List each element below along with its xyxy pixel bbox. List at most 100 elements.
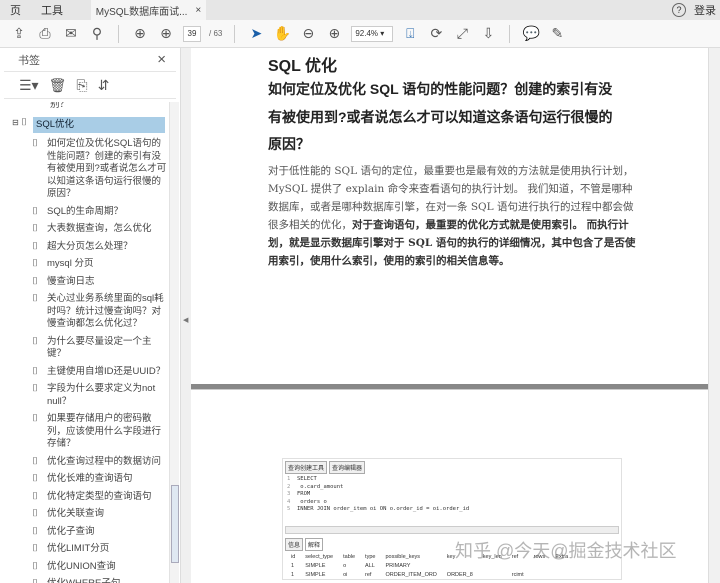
delete-icon[interactable]: 🗑 <box>49 77 67 94</box>
next-page-icon[interactable]: ⊕ <box>157 25 175 43</box>
bookmark-icon: ⌷ <box>32 578 44 583</box>
line-number: 4 <box>287 498 291 505</box>
line-number: 5 <box>287 506 291 512</box>
bookmark-item[interactable]: ⌷优化WHERE子句 <box>6 578 168 583</box>
print-icon[interactable]: ⎙ <box>36 25 54 43</box>
zoom-out-icon[interactable]: ⊖ <box>299 25 317 43</box>
scrollbar-thumb[interactable] <box>171 485 179 563</box>
close-tab-icon[interactable]: × <box>195 5 201 16</box>
document-scrollbar[interactable] <box>708 48 720 583</box>
bookmark-item[interactable]: ⌷ 主键使用自增ID还是UUID？ <box>6 366 168 379</box>
scroll-mode-icon[interactable]: ⇩ <box>479 25 497 43</box>
select-cursor-icon[interactable]: ➤ <box>247 25 265 43</box>
bookmark-item[interactable]: ⌷ 优化长难的查询语句 <box>6 473 168 486</box>
menu-tools[interactable]: 工具 <box>31 2 73 18</box>
code-line: 5 INNER JOIN order_item oi ON o.order_id … <box>287 506 621 514</box>
rotate-icon[interactable]: ⟳ <box>427 25 445 43</box>
bookmark-icon: ⌷ <box>32 543 38 554</box>
bookmark-item[interactable]: ⌷ 优化UNION查询 <box>6 561 168 574</box>
search-icon[interactable]: ⚲ <box>88 25 106 43</box>
tab-bar: 页 工具 MySQL数据库面试... × ? 登录 <box>0 0 720 20</box>
bookmark-scrollbar[interactable] <box>169 102 179 583</box>
bookmark-list: 别？ ⊟ ⌷ SQL优化 ⌷ 如何定位及优化SQL语句的性能问题？创建的索引有没有被使用到… <box>6 102 168 583</box>
zoom-value: 92.4% <box>355 28 379 38</box>
close-panel-icon[interactable]: × <box>157 51 166 68</box>
hand-tool-icon[interactable]: ✋ <box>273 25 291 43</box>
bookmark-icon: ⌷ <box>32 138 38 149</box>
bookmark-icon: ⌷ <box>21 116 27 128</box>
prev-page-icon[interactable]: ⊕ <box>131 25 149 43</box>
bookmark-label: 主键使用自增ID还是UUID？ <box>47 365 166 377</box>
code-text: o.card_amount <box>297 483 344 490</box>
bookmark-icon: ⌷ <box>32 383 38 394</box>
email-icon[interactable]: ✉ <box>62 25 80 43</box>
bookmark-icon: ⌷ <box>32 205 38 217</box>
collapse-icon[interactable]: ⊟ <box>12 117 21 134</box>
comment-icon[interactable]: 💬 <box>522 25 540 43</box>
bookmark-panel: 书签 × ☰▾ 🗑 ⎘ ⇵ 别？ ⊟ ⌷ SQL优化 ⌷ 如何定位及优化SQL语句的性能问… <box>0 48 181 583</box>
bookmark-label: 超大分页怎么处理？ <box>47 240 133 252</box>
pdf-page-content: SQL 优化 如何定位及优化 SQL 语句的性能问题？创建的索引有没 有被使用到… <box>268 52 636 270</box>
bookmark-item[interactable]: ⌷ 慢查询日志 <box>6 276 168 289</box>
bookmark-item[interactable]: ⌷ 优化特定类型的查询语句 <box>6 491 168 504</box>
zoom-select[interactable]: 92.4% ▾ <box>351 25 394 42</box>
bookmark-item[interactable]: ⌷ 关心过业务系统里面的sql耗时吗？统计过慢查询吗？对慢查询都怎么优化过？ <box>6 293 168 331</box>
code-text: orders o <box>297 498 327 505</box>
add-bookmark-icon[interactable]: ⎘ <box>76 77 87 94</box>
code-text: SELECT <box>297 476 317 482</box>
bookmark-item[interactable]: ⌷ 字段为什么要求定义为not null？ <box>6 383 168 408</box>
bookmark-label: SQL优化 <box>33 116 165 133</box>
bookmark-item[interactable]: ⌷ 优化查询过程中的数据访问 <box>6 456 168 469</box>
menu-home[interactable]: 页 <box>0 2 31 18</box>
bookmark-icon: ⌷ <box>32 258 38 269</box>
document-tab-label: MySQL数据库面试... <box>95 6 188 18</box>
zoom-in-icon[interactable]: ⊕ <box>325 25 343 43</box>
line-number: 3 <box>287 491 291 497</box>
bookmark-item[interactable]: ⌷ 超大分页怎么处理？ <box>6 241 168 254</box>
pen-icon[interactable]: ✎ <box>548 25 566 43</box>
expand-bookmark-icon[interactable]: ⇵ <box>98 77 110 94</box>
panel-splitter[interactable]: ◀ <box>181 48 191 583</box>
toolbar: ⇪ ⎙ ✉ ⚲ ⊕ ⊕ 39 / 63 ➤ ✋ ⊖ ⊕ 92.4% ▾ ⍗ ⟳ … <box>0 20 720 48</box>
bookmark-item[interactable]: ⌷ mysql 分页 <box>6 258 168 271</box>
watermark: 知乎 @今天@掘金技术社区 <box>455 541 677 561</box>
bookmark-label: 别？ <box>50 102 70 110</box>
heading-line: 有被使用到?或者说怎么才可以知道这条语句运行很慢的 <box>268 108 613 125</box>
table-cell <box>550 571 573 580</box>
shot-tab: 查询创建工具 <box>285 461 328 474</box>
shot-tab: 解释 <box>305 537 324 551</box>
bookmark-item[interactable]: ⌷ 优化子查询 <box>6 526 168 539</box>
bookmark-label: 大表数据查询，怎么优化 <box>47 223 152 234</box>
bookmark-item[interactable]: ⌷ 如何定位及优化SQL语句的性能问题？创建的索引有没有被使用到?或者说怎么才可以… <box>6 138 168 201</box>
bookmark-item[interactable]: ⌷ 优化LIMIT分页 <box>6 543 168 556</box>
code-line: 4 orders o <box>287 499 621 507</box>
document-tab[interactable]: MySQL数据库面试... × <box>91 0 206 20</box>
bookmark-item[interactable]: ⊟ ⌷ SQL优化 <box>6 116 168 134</box>
bookmark-icon: ⌷ <box>32 413 38 424</box>
table-cell: ORDER_ITEM_ORD <box>385 572 437 578</box>
options-menu-icon[interactable]: ☰▾ <box>19 77 39 94</box>
bookmark-label: 字段为什么要求定义为not null？ <box>47 383 156 407</box>
fullscreen-icon[interactable]: ⤢ <box>453 25 471 43</box>
column-header: select_type <box>305 554 334 560</box>
help-icon[interactable]: ? <box>672 3 686 17</box>
bookmark-label: 优化长难的查询语句 <box>47 473 133 484</box>
table-cell: SIMPLE <box>305 572 326 578</box>
code-line: 2 o.card_amount <box>287 484 621 492</box>
page-total: / 63 <box>209 29 223 38</box>
login-link[interactable]: 登录 <box>694 2 716 18</box>
bookmark-item[interactable]: ⌷ 为什么要尽量设定一个主键？ <box>6 336 168 361</box>
page-separator <box>191 384 708 390</box>
bookmark-item[interactable]: ⌷ 如果要存储用户的密码散列，应该使用什么字段进行存储？ <box>6 413 168 451</box>
bookmark-item[interactable]: ⌷ SQL的生命周期？ <box>6 206 168 219</box>
fit-page-icon[interactable]: ⍗ <box>401 25 419 43</box>
bookmark-item[interactable]: 别？ <box>6 102 168 112</box>
bookmark-label: 优化特定类型的查询语句 <box>47 490 152 502</box>
bookmark-item[interactable]: ⌷ 大表数据查询，怎么优化 <box>6 223 168 236</box>
upload-icon[interactable]: ⇪ <box>10 25 28 43</box>
heading-line: 如何定位及优化 SQL 语句的性能问题？创建的索引有没 <box>268 81 613 97</box>
bookmark-item[interactable]: ⌷ 优化关联查询 <box>6 508 168 521</box>
page-number-input[interactable]: 39 <box>183 25 201 42</box>
table-cell: rcimt <box>511 572 524 578</box>
bookmark-icon: ⌷ <box>32 275 38 287</box>
